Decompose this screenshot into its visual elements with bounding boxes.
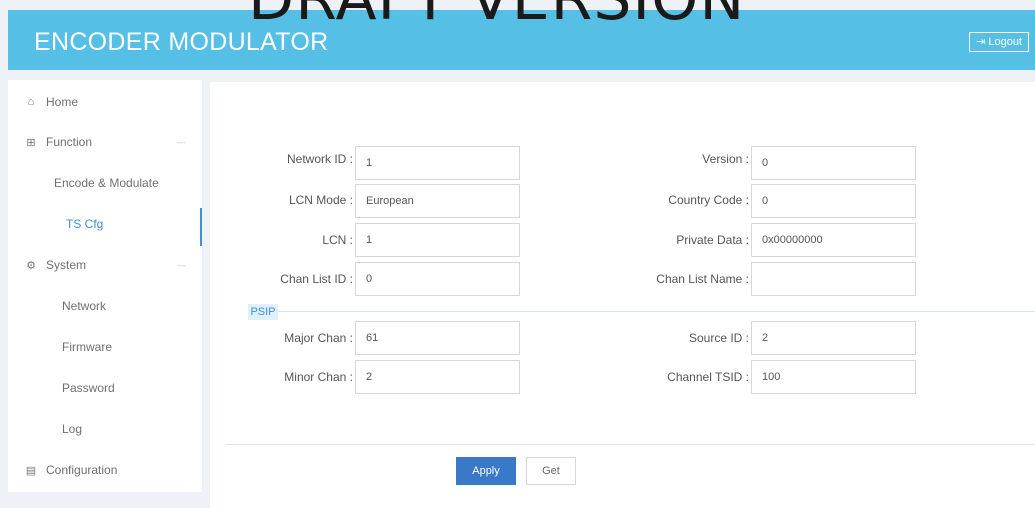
country-code-label: Country Code : [668,193,749,207]
lcn-mode-select[interactable]: European [355,184,520,218]
minor-chan-label: Minor Chan : [284,370,353,384]
sidebar-item-label: Home [46,95,79,109]
sidebar-item-ts-cfg[interactable]: TS Cfg [8,204,202,246]
source-id-label: Source ID : [688,331,749,345]
sidebar-item-label: Password [62,381,115,395]
version-label: Version : [702,152,749,166]
channel-tsid-input[interactable]: 100 [751,360,916,394]
lcn-label: LCN : [322,233,353,247]
sidebar-item-firmware[interactable]: Firmware [8,327,202,367]
private-data-input[interactable]: 0x00000000 [751,223,916,257]
sidebar-item-label: Function [46,135,93,149]
country-code-input[interactable]: 0 [751,184,916,218]
sidebar-item-label: System [46,258,87,272]
logout-icon: ⇥ [976,36,986,48]
gear-icon: ⚙ [26,259,36,272]
sidebar-item-network[interactable]: Network [8,286,202,326]
sidebar-item-label: TS Cfg [66,217,104,231]
sidebar-item-label: Encode & Modulate [54,176,159,190]
chan-list-name-label: Chan List Name : [656,272,749,286]
major-chan-label: Major Chan : [284,331,353,345]
apply-button[interactable]: Apply [456,457,516,485]
chan-list-id-label: Chan List ID : [280,272,353,286]
sidebar-item-encode-modulate[interactable]: Encode & Modulate [8,163,202,203]
sidebar-item-log[interactable]: Log [8,409,202,449]
lcn-input[interactable]: 1 [355,223,520,257]
sidebar-item-label: Log [62,422,83,436]
chevron-up-icon: ― [177,137,186,147]
sidebar-item-label: Network [62,299,107,313]
ts-cfg-panel: Network ID : 1 Version : 0 LCN Mode : Eu… [210,82,1035,508]
watermark: DRAFT VERSION [248,0,745,34]
sidebar-item-label: Configuration [46,463,118,477]
major-chan-input[interactable]: 61 [355,321,520,355]
logout-label: Logout [988,36,1022,48]
grid-icon: ⊞ [26,136,36,149]
sidebar-item-system[interactable]: ⚙ System ― [8,245,202,285]
psip-section-label: PSIP [248,304,278,320]
sidebar-item-home[interactable]: ⌂ Home [8,82,202,122]
sidebar-item-label: Firmware [62,340,112,354]
minor-chan-input[interactable]: 2 [355,360,520,394]
network-id-input[interactable]: 1 [355,146,520,180]
channel-tsid-label: Channel TSID : [667,370,749,384]
chevron-up-icon: ― [177,260,186,270]
network-id-label: Network ID : [286,152,353,166]
psip-divider [248,311,1035,312]
get-button[interactable]: Get [526,457,576,485]
private-data-label: Private Data : [676,233,749,247]
lcn-mode-label: LCN Mode : [288,193,353,207]
sidebar-item-function[interactable]: ⊞ Function ― [8,122,202,162]
chan-list-id-input[interactable]: 0 [355,262,520,296]
sidebar-item-password[interactable]: Password [8,368,202,408]
chan-list-name-input[interactable] [751,262,916,296]
logout-button[interactable]: ⇥ Logout [969,32,1029,52]
home-icon: ⌂ [27,96,35,108]
document-icon: ▤ [25,464,37,477]
sidebar: ⌂ Home ⊞ Function ― Encode & Modulate TS… [8,80,202,492]
form-divider [226,444,1035,445]
sidebar-item-configuration[interactable]: ▤ Configuration [8,450,202,490]
source-id-input[interactable]: 2 [751,321,916,355]
version-input[interactable]: 0 [751,146,916,180]
